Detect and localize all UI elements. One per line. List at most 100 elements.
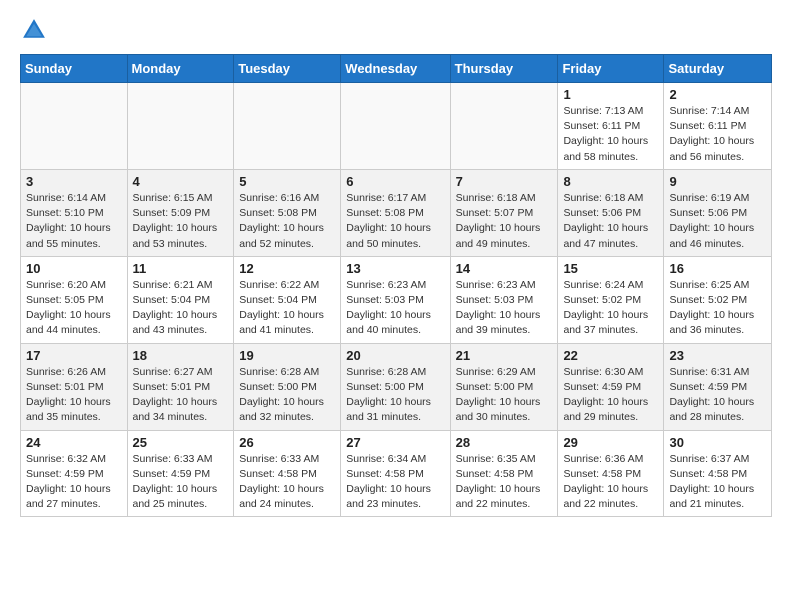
calendar-week-row: 10 Sunrise: 6:20 AMSunset: 5:05 PMDayligh… <box>21 256 772 343</box>
day-number: 23 <box>669 348 766 363</box>
calendar-cell: 18Sunrise: 6:27 AMSunset: 5:01 PMDayligh… <box>127 343 234 430</box>
day-number: 26 <box>239 435 335 450</box>
day-info: Sunrise: 6:16 AMSunset: 5:08 PMDaylight:… <box>239 191 335 252</box>
day-info: Sunrise: 6:28 AMSunset: 5:00 PMDaylight:… <box>239 365 335 426</box>
day-number: 6 <box>346 174 444 189</box>
calendar-cell: 6 Sunrise: 6:17 AMSunset: 5:08 PMDaylight… <box>341 169 450 256</box>
weekday-header: Tuesday <box>234 55 341 83</box>
day-number: 7 <box>456 174 553 189</box>
calendar-cell: 2 Sunrise: 7:14 AMSunset: 6:11 PMDaylight… <box>664 83 772 170</box>
day-number: 10 <box>26 261 122 276</box>
day-info: Sunrise: 6:15 AMSunset: 5:09 PMDaylight:… <box>133 191 229 252</box>
header <box>20 16 772 44</box>
calendar-cell: 7 Sunrise: 6:18 AMSunset: 5:07 PMDaylight… <box>450 169 558 256</box>
day-number: 25 <box>133 435 229 450</box>
calendar-cell: 29 Sunrise: 6:36 AMSunset: 4:58 PMDayligh… <box>558 430 664 517</box>
calendar-cell: 3Sunrise: 6:14 AMSunset: 5:10 PMDaylight… <box>21 169 128 256</box>
day-info: Sunrise: 6:21 AMSunset: 5:04 PMDaylight:… <box>133 278 229 339</box>
day-info: Sunrise: 6:19 AMSunset: 5:06 PMDaylight:… <box>669 191 766 252</box>
calendar-week-row: 1 Sunrise: 7:13 AMSunset: 6:11 PMDaylight… <box>21 83 772 170</box>
day-info: Sunrise: 6:37 AMSunset: 4:58 PMDaylight:… <box>669 452 766 513</box>
calendar-body: 1 Sunrise: 7:13 AMSunset: 6:11 PMDaylight… <box>21 83 772 517</box>
calendar-cell: 12Sunrise: 6:22 AMSunset: 5:04 PMDayligh… <box>234 256 341 343</box>
calendar-cell: 1 Sunrise: 7:13 AMSunset: 6:11 PMDaylight… <box>558 83 664 170</box>
calendar-cell: 24 Sunrise: 6:32 AMSunset: 4:59 PMDayligh… <box>21 430 128 517</box>
day-number: 1 <box>563 87 658 102</box>
calendar-cell: 23 Sunrise: 6:31 AMSunset: 4:59 PMDayligh… <box>664 343 772 430</box>
day-info: Sunrise: 7:13 AMSunset: 6:11 PMDaylight:… <box>563 104 658 165</box>
day-info: Sunrise: 6:27 AMSunset: 5:01 PMDaylight:… <box>133 365 229 426</box>
day-info: Sunrise: 6:35 AMSunset: 4:58 PMDaylight:… <box>456 452 553 513</box>
day-number: 16 <box>669 261 766 276</box>
calendar-cell <box>450 83 558 170</box>
calendar-cell: 16 Sunrise: 6:25 AMSunset: 5:02 PMDayligh… <box>664 256 772 343</box>
calendar-cell: 11 Sunrise: 6:21 AMSunset: 5:04 PMDayligh… <box>127 256 234 343</box>
day-number: 27 <box>346 435 444 450</box>
day-number: 24 <box>26 435 122 450</box>
weekday-header: Monday <box>127 55 234 83</box>
weekday-header: Saturday <box>664 55 772 83</box>
day-info: Sunrise: 7:14 AMSunset: 6:11 PMDaylight:… <box>669 104 766 165</box>
day-info: Sunrise: 6:23 AMSunset: 5:03 PMDaylight:… <box>346 278 444 339</box>
day-number: 13 <box>346 261 444 276</box>
weekday-header: Sunday <box>21 55 128 83</box>
calendar-cell: 28 Sunrise: 6:35 AMSunset: 4:58 PMDayligh… <box>450 430 558 517</box>
day-number: 21 <box>456 348 553 363</box>
day-number: 19 <box>239 348 335 363</box>
day-info: Sunrise: 6:29 AMSunset: 5:00 PMDaylight:… <box>456 365 553 426</box>
calendar-cell: 20Sunrise: 6:28 AMSunset: 5:00 PMDayligh… <box>341 343 450 430</box>
day-info: Sunrise: 6:32 AMSunset: 4:59 PMDaylight:… <box>26 452 122 513</box>
day-info: Sunrise: 6:31 AMSunset: 4:59 PMDaylight:… <box>669 365 766 426</box>
day-info: Sunrise: 6:36 AMSunset: 4:58 PMDaylight:… <box>563 452 658 513</box>
day-info: Sunrise: 6:17 AMSunset: 5:08 PMDaylight:… <box>346 191 444 252</box>
day-info: Sunrise: 6:33 AMSunset: 4:58 PMDaylight:… <box>239 452 335 513</box>
day-number: 14 <box>456 261 553 276</box>
day-info: Sunrise: 6:33 AMSunset: 4:59 PMDaylight:… <box>133 452 229 513</box>
weekday-header: Thursday <box>450 55 558 83</box>
weekday-header: Friday <box>558 55 664 83</box>
calendar-cell: 8 Sunrise: 6:18 AMSunset: 5:06 PMDaylight… <box>558 169 664 256</box>
calendar-cell: 30Sunrise: 6:37 AMSunset: 4:58 PMDayligh… <box>664 430 772 517</box>
day-info: Sunrise: 6:26 AMSunset: 5:01 PMDaylight:… <box>26 365 122 426</box>
calendar-cell: 22 Sunrise: 6:30 AMSunset: 4:59 PMDayligh… <box>558 343 664 430</box>
day-info: Sunrise: 6:24 AMSunset: 5:02 PMDaylight:… <box>563 278 658 339</box>
day-info: Sunrise: 6:25 AMSunset: 5:02 PMDaylight:… <box>669 278 766 339</box>
day-info: Sunrise: 6:18 AMSunset: 5:06 PMDaylight:… <box>563 191 658 252</box>
calendar-cell: 27 Sunrise: 6:34 AMSunset: 4:58 PMDayligh… <box>341 430 450 517</box>
calendar-week-row: 24 Sunrise: 6:32 AMSunset: 4:59 PMDayligh… <box>21 430 772 517</box>
calendar-cell <box>341 83 450 170</box>
calendar-cell: 19 Sunrise: 6:28 AMSunset: 5:00 PMDayligh… <box>234 343 341 430</box>
calendar-cell: 17Sunrise: 6:26 AMSunset: 5:01 PMDayligh… <box>21 343 128 430</box>
day-number: 29 <box>563 435 658 450</box>
calendar-cell <box>234 83 341 170</box>
calendar-cell <box>21 83 128 170</box>
day-number: 28 <box>456 435 553 450</box>
calendar-cell: 25 Sunrise: 6:33 AMSunset: 4:59 PMDayligh… <box>127 430 234 517</box>
day-number: 12 <box>239 261 335 276</box>
calendar-cell: 15 Sunrise: 6:24 AMSunset: 5:02 PMDayligh… <box>558 256 664 343</box>
weekday-row: SundayMondayTuesdayWednesdayThursdayFrid… <box>21 55 772 83</box>
day-info: Sunrise: 6:30 AMSunset: 4:59 PMDaylight:… <box>563 365 658 426</box>
day-number: 11 <box>133 261 229 276</box>
calendar-header: SundayMondayTuesdayWednesdayThursdayFrid… <box>21 55 772 83</box>
day-number: 2 <box>669 87 766 102</box>
day-info: Sunrise: 6:18 AMSunset: 5:07 PMDaylight:… <box>456 191 553 252</box>
day-number: 15 <box>563 261 658 276</box>
calendar-cell: 9Sunrise: 6:19 AMSunset: 5:06 PMDaylight… <box>664 169 772 256</box>
day-info: Sunrise: 6:14 AMSunset: 5:10 PMDaylight:… <box>26 191 122 252</box>
calendar: SundayMondayTuesdayWednesdayThursdayFrid… <box>20 54 772 517</box>
calendar-week-row: 3Sunrise: 6:14 AMSunset: 5:10 PMDaylight… <box>21 169 772 256</box>
calendar-cell: 14 Sunrise: 6:23 AMSunset: 5:03 PMDayligh… <box>450 256 558 343</box>
day-number: 5 <box>239 174 335 189</box>
calendar-cell: 13 Sunrise: 6:23 AMSunset: 5:03 PMDayligh… <box>341 256 450 343</box>
weekday-header: Wednesday <box>341 55 450 83</box>
calendar-cell <box>127 83 234 170</box>
day-number: 22 <box>563 348 658 363</box>
day-number: 8 <box>563 174 658 189</box>
day-info: Sunrise: 6:20 AMSunset: 5:05 PMDaylight:… <box>26 278 122 339</box>
calendar-cell: 5 Sunrise: 6:16 AMSunset: 5:08 PMDaylight… <box>234 169 341 256</box>
day-info: Sunrise: 6:34 AMSunset: 4:58 PMDaylight:… <box>346 452 444 513</box>
day-info: Sunrise: 6:23 AMSunset: 5:03 PMDaylight:… <box>456 278 553 339</box>
calendar-cell: 21 Sunrise: 6:29 AMSunset: 5:00 PMDayligh… <box>450 343 558 430</box>
logo <box>20 16 52 44</box>
